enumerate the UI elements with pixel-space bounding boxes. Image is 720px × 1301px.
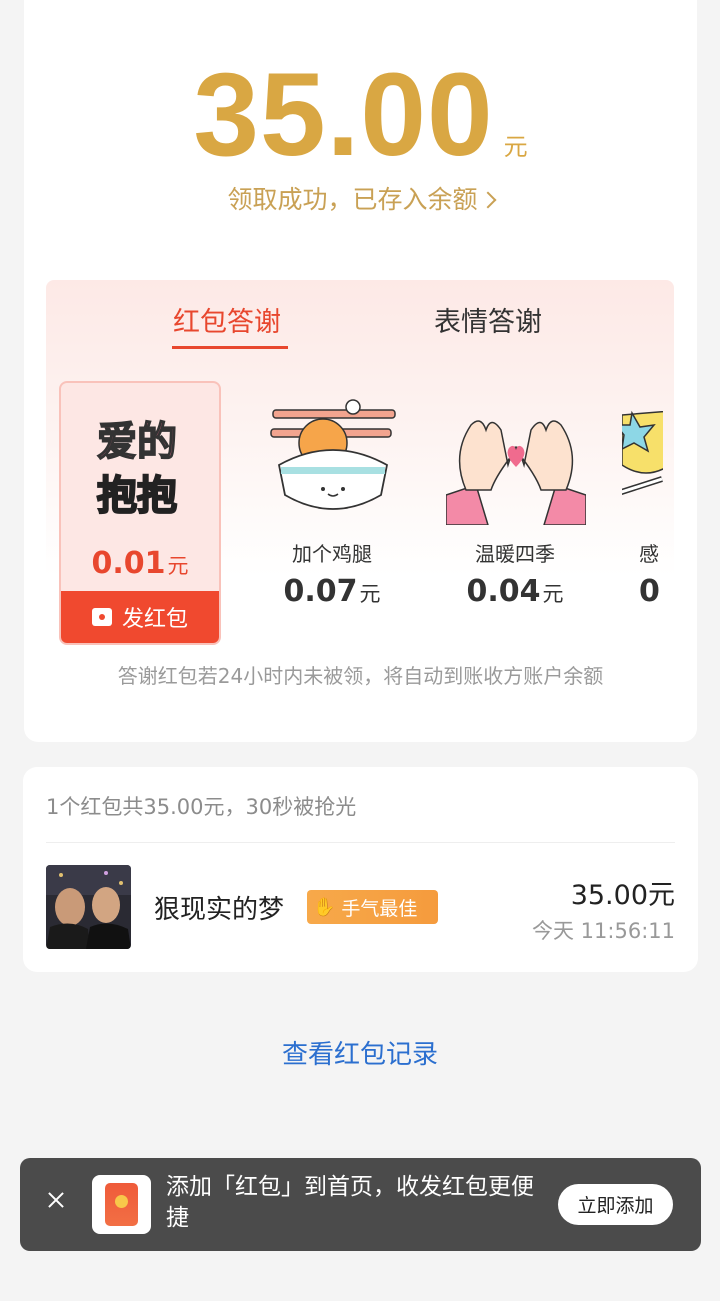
sticker-lettering-top: 爱的 [97,419,177,465]
user-amount: 35.00元 [570,880,675,911]
gift-price-unit: 元 [167,554,189,578]
send-button-label: 发红包 [121,607,188,632]
gift-price: 0.07元 [257,574,407,609]
amount-unit: 元 [503,133,528,161]
badge-label: 手气最佳 [341,897,418,920]
thanks-panel: 红包答谢 表情答谢 爱的 抱抱 0.01元 发红包 加个鸡腿 0.07元 温暖四… [46,280,674,650]
avatar-photo [46,865,131,949]
received-amount: 35.00 元 [24,56,697,174]
tab-emoji-thanks[interactable]: 表情答谢 [434,300,542,339]
gift-card-warm-seasons[interactable]: 温暖四季 0.04元 [440,381,590,645]
gift-card-selected[interactable]: 爱的 抱抱 0.01元 发红包 [59,381,221,645]
view-records-link[interactable]: 查看红包记录 [0,1034,720,1071]
summary-text: 1个红包共35.00元，30秒被抢光 [46,795,357,819]
claim-status-text: 领取成功，已存入余额 [227,185,478,214]
gift-card-partial[interactable]: 感 0 [622,381,663,645]
hug-sticker-image: 爱的 抱抱 [96,418,178,520]
claim-time: 今天 11:56:11 [532,919,675,943]
star-sticker-icon [622,410,663,495]
chevron-right-icon [479,191,496,209]
add-to-home-toast: 添加「红包」到首页，收发红包更便捷 立即添加 [20,1158,701,1251]
gift-price-selected: 0.01元 [61,546,219,581]
thanks-note: 答谢红包若24小时内未被领，将自动到账收方账户余额 [117,664,604,688]
divider [46,842,675,843]
gift-price-value: 0.04 [466,574,541,609]
add-now-button[interactable]: 立即添加 [558,1184,673,1225]
user-name: 狠现实的梦 [154,895,285,925]
gift-strip[interactable]: 爱的 抱抱 0.01元 发红包 加个鸡腿 0.07元 温暖四季 0.04元 感 … [59,381,663,650]
gift-price: 0.04元 [440,574,590,609]
gift-price-value: 0 [639,574,660,609]
claim-summary-card: 1个红包共35.00元，30秒被抢光 狠现实的梦 ✋ 手气最佳 35.00元 今… [23,767,698,972]
hand-icon: ✋ [313,896,336,918]
gift-name: 加个鸡腿 [292,542,372,566]
gift-price: 0 [639,574,663,609]
red-packet-app-icon [92,1175,151,1234]
chicken-leg-rice-icon [270,399,396,510]
red-envelope-icon [91,608,112,626]
send-red-packet-button[interactable]: 发红包 [61,591,219,643]
gift-name: 感 [639,542,659,566]
gift-price-value: 0.01 [91,546,166,581]
avatar[interactable] [46,865,131,949]
thanks-tabs: 红包答谢 表情答谢 [46,280,674,350]
toast-message: 添加「红包」到首页，收发红包更便捷 [166,1174,534,1231]
claim-status-link[interactable]: 领取成功，已存入余额 [24,180,697,216]
amount-value: 35.00 [193,49,494,181]
gift-price-value: 0.07 [283,574,358,609]
gift-card-chicken-leg[interactable]: 加个鸡腿 0.07元 [257,381,407,645]
best-luck-badge: ✋ 手气最佳 [307,890,438,924]
sticker-lettering-bottom: 抱抱 [97,473,177,519]
heart-hands-icon [446,420,586,525]
gift-price-unit: 元 [359,582,381,606]
received-card: 35.00 元 领取成功，已存入余额 红包答谢 表情答谢 爱的 抱抱 0.01元… [24,0,697,742]
gift-name: 温暖四季 [475,542,555,566]
close-icon[interactable] [44,1188,68,1212]
active-tab-indicator [172,346,288,349]
tab-red-packet-thanks[interactable]: 红包答谢 [173,300,281,339]
gift-price-unit: 元 [542,582,564,606]
